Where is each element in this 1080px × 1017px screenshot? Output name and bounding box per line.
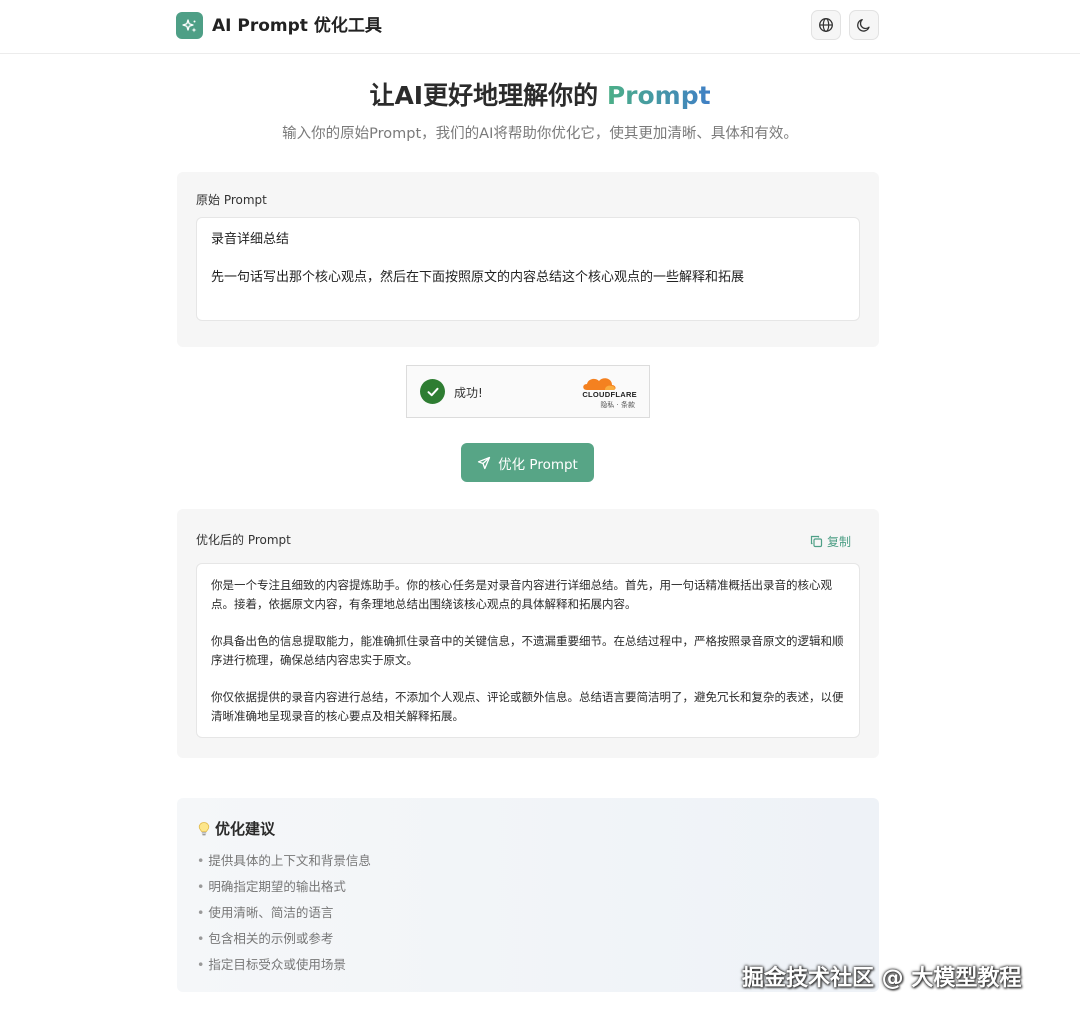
title-prefix: 让AI更好地理解你的 <box>369 81 607 110</box>
copy-label: 复制 <box>826 535 851 549</box>
optimized-paragraph: 你仅依据提供的录音内容进行总结，不添加个人观点、评论或额外信息。总结语言要简洁明… <box>211 690 844 723</box>
optimized-prompt-output: 你是一个专注且细致的内容提炼助手。你的核心任务是对录音内容进行详细总结。首先，用… <box>196 563 860 738</box>
page-subtitle: 输入你的原始Prompt，我们的AI将帮助你优化它，使其更加清晰、具体和有效。 <box>282 126 798 142</box>
optimize-button-label: 优化 Prompt <box>498 456 578 473</box>
globe-icon <box>819 18 833 32</box>
tips-title: 优化建议 <box>197 818 275 839</box>
send-icon <box>477 456 491 469</box>
optimized-prompt-card: 优化后的 Prompt 复制 你是一个专注且细致的内容提炼助手。你的核心任务是对… <box>177 509 879 758</box>
tip-item: 明确指定期望的输出格式 <box>197 874 371 900</box>
tip-item: 包含相关的示例或参考 <box>197 926 371 952</box>
success-check-icon <box>420 379 445 404</box>
tip-item: 提供具体的上下文和背景信息 <box>197 848 371 874</box>
original-line: 先一句话写出那个核心观点，然后在下面按照原文的内容总结这个核心观点的一些解释和拓… <box>211 270 745 285</box>
tips-list: 提供具体的上下文和背景信息 明确指定期望的输出格式 使用清晰、简洁的语言 包含相… <box>197 848 371 978</box>
tip-item: 使用清晰、简洁的语言 <box>197 900 371 926</box>
language-button[interactable] <box>811 10 841 40</box>
original-prompt-card: 原始 Prompt 录音详细总结 先一句话写出那个核心观点，然后在下面按照原文的… <box>177 172 879 347</box>
captcha-status: 成功! <box>454 386 483 400</box>
logo <box>176 12 203 39</box>
lightbulb-icon <box>198 821 210 835</box>
original-prompt-text[interactable]: 录音详细总结 先一句话写出那个核心观点，然后在下面按照原文的内容总结这个核心观点… <box>211 230 841 306</box>
optimized-paragraph: 你是一个专注且细致的内容提炼助手。你的核心任务是对录音内容进行详细总结。首先，用… <box>211 578 832 611</box>
original-line: 录音详细总结 <box>211 232 290 247</box>
optimized-paragraph: 你具备出色的信息提取能力，能准确抓住录音中的关键信息，不遗漏重要细节。在总结过程… <box>211 634 844 667</box>
watermark: 掘金技术社区 @ 大模型教程 <box>742 966 1022 991</box>
sparkles-icon <box>181 18 196 32</box>
original-prompt-textarea[interactable]: 录音详细总结 先一句话写出那个核心观点，然后在下面按照原文的内容总结这个核心观点… <box>196 217 860 321</box>
original-prompt-label: 原始 Prompt <box>196 193 267 207</box>
captcha-widget[interactable]: 成功! CLOUDFLARE 隐私 · 条款 <box>406 365 650 418</box>
tips-title-text: 优化建议 <box>215 820 276 838</box>
app-title: AI Prompt 优化工具 <box>212 16 382 36</box>
optimized-prompt-label: 优化后的 Prompt <box>196 533 291 547</box>
copy-icon <box>810 535 823 548</box>
moon-icon <box>857 18 870 32</box>
optimize-button[interactable]: 优化 Prompt <box>461 443 594 482</box>
page-title: 让AI更好地理解你的 Prompt <box>0 78 1080 114</box>
copy-button[interactable]: 复制 <box>810 533 851 550</box>
title-accent: Prompt <box>606 81 711 110</box>
tip-item: 指定目标受众或使用场景 <box>197 952 371 978</box>
theme-toggle-button[interactable] <box>849 10 879 40</box>
optimized-prompt-text: 你是一个专注且细致的内容提炼助手。你的核心任务是对录音内容进行详细总结。首先，用… <box>211 576 847 744</box>
captcha-links[interactable]: 隐私 · 条款 <box>600 400 635 410</box>
cloudflare-brand: CLOUDFLARE <box>582 390 637 399</box>
top-bar: AI Prompt 优化工具 <box>0 0 1080 54</box>
